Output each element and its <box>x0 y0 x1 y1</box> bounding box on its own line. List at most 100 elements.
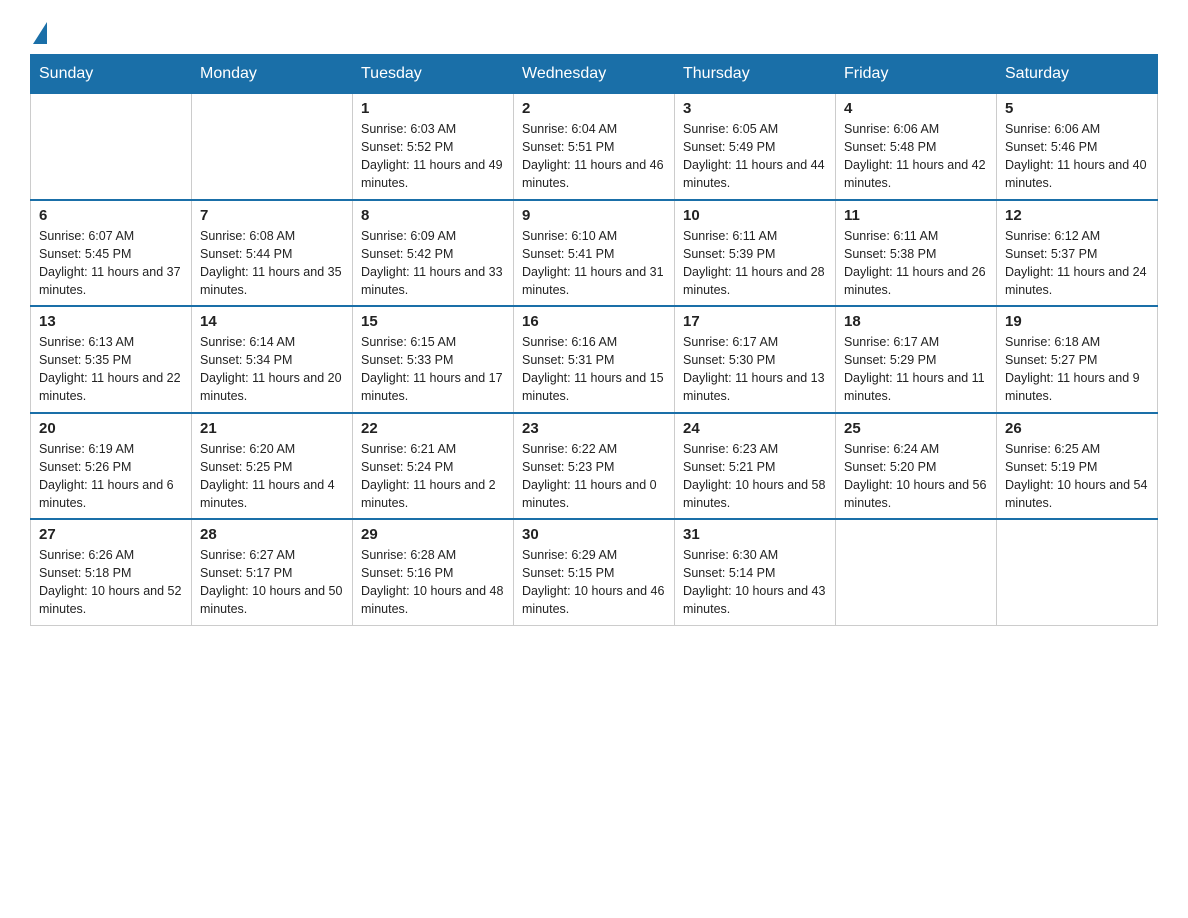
day-info: Sunrise: 6:03 AMSunset: 5:52 PMDaylight:… <box>361 120 505 193</box>
day-number: 12 <box>1005 207 1149 224</box>
calendar-cell: 11 Sunrise: 6:11 AMSunset: 5:38 PMDayligh… <box>836 200 997 307</box>
day-info: Sunrise: 6:18 AMSunset: 5:27 PMDaylight:… <box>1005 333 1149 406</box>
day-number: 9 <box>522 207 666 224</box>
week-row-2: 6 Sunrise: 6:07 AMSunset: 5:45 PMDaylight… <box>31 200 1158 307</box>
day-number: 4 <box>844 100 988 117</box>
day-number: 7 <box>200 207 344 224</box>
calendar-cell: 18 Sunrise: 6:17 AMSunset: 5:29 PMDayligh… <box>836 306 997 413</box>
day-info: Sunrise: 6:19 AMSunset: 5:26 PMDaylight:… <box>39 440 183 513</box>
calendar-cell <box>997 519 1158 625</box>
day-info: Sunrise: 6:21 AMSunset: 5:24 PMDaylight:… <box>361 440 505 513</box>
day-info: Sunrise: 6:06 AMSunset: 5:48 PMDaylight:… <box>844 120 988 193</box>
calendar-cell: 10 Sunrise: 6:11 AMSunset: 5:39 PMDayligh… <box>675 200 836 307</box>
day-number: 26 <box>1005 420 1149 437</box>
day-info: Sunrise: 6:24 AMSunset: 5:20 PMDaylight:… <box>844 440 988 513</box>
calendar-cell: 12 Sunrise: 6:12 AMSunset: 5:37 PMDayligh… <box>997 200 1158 307</box>
week-row-3: 13Sunrise: 6:13 AMSunset: 5:35 PMDayligh… <box>31 306 1158 413</box>
calendar-cell <box>192 94 353 200</box>
calendar-cell: 20Sunrise: 6:19 AMSunset: 5:26 PMDayligh… <box>31 413 192 520</box>
day-number: 5 <box>1005 100 1149 117</box>
calendar-cell: 22 Sunrise: 6:21 AMSunset: 5:24 PMDayligh… <box>353 413 514 520</box>
day-header-thursday: Thursday <box>675 55 836 94</box>
day-info: Sunrise: 6:09 AMSunset: 5:42 PMDaylight:… <box>361 227 505 300</box>
calendar-cell: 3 Sunrise: 6:05 AMSunset: 5:49 PMDaylight… <box>675 94 836 200</box>
calendar-cell: 7 Sunrise: 6:08 AMSunset: 5:44 PMDaylight… <box>192 200 353 307</box>
calendar-cell: 28Sunrise: 6:27 AMSunset: 5:17 PMDayligh… <box>192 519 353 625</box>
calendar-cell: 6 Sunrise: 6:07 AMSunset: 5:45 PMDaylight… <box>31 200 192 307</box>
day-info: Sunrise: 6:16 AMSunset: 5:31 PMDaylight:… <box>522 333 666 406</box>
calendar-cell: 21Sunrise: 6:20 AMSunset: 5:25 PMDayligh… <box>192 413 353 520</box>
day-number: 29 <box>361 526 505 543</box>
day-info: Sunrise: 6:22 AMSunset: 5:23 PMDaylight:… <box>522 440 666 513</box>
day-number: 30 <box>522 526 666 543</box>
day-info: Sunrise: 6:11 AMSunset: 5:39 PMDaylight:… <box>683 227 827 300</box>
logo-triangle-icon <box>33 22 47 44</box>
day-info: Sunrise: 6:15 AMSunset: 5:33 PMDaylight:… <box>361 333 505 406</box>
day-number: 24 <box>683 420 827 437</box>
day-info: Sunrise: 6:12 AMSunset: 5:37 PMDaylight:… <box>1005 227 1149 300</box>
day-header-sunday: Sunday <box>31 55 192 94</box>
day-info: Sunrise: 6:05 AMSunset: 5:49 PMDaylight:… <box>683 120 827 193</box>
calendar-cell: 19 Sunrise: 6:18 AMSunset: 5:27 PMDayligh… <box>997 306 1158 413</box>
day-info: Sunrise: 6:29 AMSunset: 5:15 PMDaylight:… <box>522 546 666 619</box>
calendar-cell: 26 Sunrise: 6:25 AMSunset: 5:19 PMDayligh… <box>997 413 1158 520</box>
day-info: Sunrise: 6:04 AMSunset: 5:51 PMDaylight:… <box>522 120 666 193</box>
calendar-cell: 9 Sunrise: 6:10 AMSunset: 5:41 PMDaylight… <box>514 200 675 307</box>
calendar-cell: 1Sunrise: 6:03 AMSunset: 5:52 PMDaylight… <box>353 94 514 200</box>
day-info: Sunrise: 6:10 AMSunset: 5:41 PMDaylight:… <box>522 227 666 300</box>
calendar-cell: 25 Sunrise: 6:24 AMSunset: 5:20 PMDayligh… <box>836 413 997 520</box>
day-number: 19 <box>1005 313 1149 330</box>
day-info: Sunrise: 6:25 AMSunset: 5:19 PMDaylight:… <box>1005 440 1149 513</box>
calendar-cell: 15 Sunrise: 6:15 AMSunset: 5:33 PMDayligh… <box>353 306 514 413</box>
week-row-4: 20Sunrise: 6:19 AMSunset: 5:26 PMDayligh… <box>31 413 1158 520</box>
logo <box>30 20 51 44</box>
day-info: Sunrise: 6:23 AMSunset: 5:21 PMDaylight:… <box>683 440 827 513</box>
days-of-week-row: SundayMondayTuesdayWednesdayThursdayFrid… <box>31 55 1158 94</box>
day-number: 25 <box>844 420 988 437</box>
calendar-cell: 29 Sunrise: 6:28 AMSunset: 5:16 PMDayligh… <box>353 519 514 625</box>
day-number: 27 <box>39 526 183 543</box>
day-number: 22 <box>361 420 505 437</box>
day-number: 18 <box>844 313 988 330</box>
day-number: 8 <box>361 207 505 224</box>
day-info: Sunrise: 6:11 AMSunset: 5:38 PMDaylight:… <box>844 227 988 300</box>
calendar-cell: 27Sunrise: 6:26 AMSunset: 5:18 PMDayligh… <box>31 519 192 625</box>
day-header-saturday: Saturday <box>997 55 1158 94</box>
calendar-cell: 13Sunrise: 6:13 AMSunset: 5:35 PMDayligh… <box>31 306 192 413</box>
day-info: Sunrise: 6:07 AMSunset: 5:45 PMDaylight:… <box>39 227 183 300</box>
day-number: 2 <box>522 100 666 117</box>
calendar-cell: 2 Sunrise: 6:04 AMSunset: 5:51 PMDaylight… <box>514 94 675 200</box>
calendar-cell: 14 Sunrise: 6:14 AMSunset: 5:34 PMDayligh… <box>192 306 353 413</box>
day-number: 3 <box>683 100 827 117</box>
day-info: Sunrise: 6:17 AMSunset: 5:29 PMDaylight:… <box>844 333 988 406</box>
day-number: 13 <box>39 313 183 330</box>
day-number: 23 <box>522 420 666 437</box>
calendar-table: SundayMondayTuesdayWednesdayThursdayFrid… <box>30 54 1158 626</box>
day-header-friday: Friday <box>836 55 997 94</box>
day-number: 14 <box>200 313 344 330</box>
day-number: 17 <box>683 313 827 330</box>
day-header-monday: Monday <box>192 55 353 94</box>
calendar-cell: 4 Sunrise: 6:06 AMSunset: 5:48 PMDaylight… <box>836 94 997 200</box>
week-row-1: 1Sunrise: 6:03 AMSunset: 5:52 PMDaylight… <box>31 94 1158 200</box>
day-number: 15 <box>361 313 505 330</box>
day-number: 10 <box>683 207 827 224</box>
calendar-cell: 24 Sunrise: 6:23 AMSunset: 5:21 PMDayligh… <box>675 413 836 520</box>
page-header <box>30 20 1158 44</box>
day-info: Sunrise: 6:27 AMSunset: 5:17 PMDaylight:… <box>200 546 344 619</box>
day-info: Sunrise: 6:30 AMSunset: 5:14 PMDaylight:… <box>683 546 827 619</box>
calendar-cell: 31Sunrise: 6:30 AMSunset: 5:14 PMDayligh… <box>675 519 836 625</box>
calendar-cell <box>836 519 997 625</box>
calendar-cell: 16Sunrise: 6:16 AMSunset: 5:31 PMDayligh… <box>514 306 675 413</box>
day-info: Sunrise: 6:14 AMSunset: 5:34 PMDaylight:… <box>200 333 344 406</box>
day-header-wednesday: Wednesday <box>514 55 675 94</box>
day-info: Sunrise: 6:28 AMSunset: 5:16 PMDaylight:… <box>361 546 505 619</box>
day-info: Sunrise: 6:08 AMSunset: 5:44 PMDaylight:… <box>200 227 344 300</box>
calendar-cell: 23 Sunrise: 6:22 AMSunset: 5:23 PMDayligh… <box>514 413 675 520</box>
calendar-cell: 17 Sunrise: 6:17 AMSunset: 5:30 PMDayligh… <box>675 306 836 413</box>
day-info: Sunrise: 6:17 AMSunset: 5:30 PMDaylight:… <box>683 333 827 406</box>
calendar-cell: 30 Sunrise: 6:29 AMSunset: 5:15 PMDayligh… <box>514 519 675 625</box>
day-number: 11 <box>844 207 988 224</box>
calendar-cell: 8 Sunrise: 6:09 AMSunset: 5:42 PMDaylight… <box>353 200 514 307</box>
day-number: 6 <box>39 207 183 224</box>
